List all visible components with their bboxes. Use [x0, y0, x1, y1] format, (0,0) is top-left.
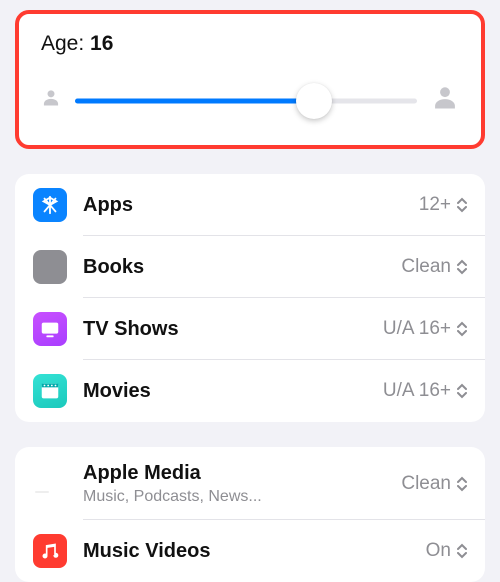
movies-icon: [33, 374, 67, 408]
age-slider-row: [41, 84, 459, 117]
row-texts: Apple Media Music, Podcasts, News...: [83, 461, 401, 506]
row-value: U/A 16+: [383, 318, 451, 340]
books-icon: [33, 250, 67, 284]
row-texts: Music Videos: [83, 539, 426, 563]
person-large-icon: [431, 84, 459, 117]
row-apps[interactable]: Apps12+: [15, 174, 485, 236]
row-title: Apple Media: [83, 461, 401, 485]
row-title: Apps: [83, 193, 419, 217]
row-title: Movies: [83, 379, 383, 403]
up-down-icon: [457, 197, 467, 213]
up-down-icon: [457, 543, 467, 559]
up-down-icon: [457, 321, 467, 337]
up-down-icon: [457, 383, 467, 399]
age-card: Age: 16: [15, 10, 485, 149]
row-texts: Apps: [83, 193, 419, 217]
row-books[interactable]: BooksClean: [15, 236, 485, 298]
row-title: TV Shows: [83, 317, 383, 341]
slider-fill: [75, 98, 314, 103]
row-value: U/A 16+: [383, 380, 451, 402]
row-subtitle: Music, Podcasts, News...: [83, 487, 401, 506]
age-label: Age:: [41, 32, 90, 55]
up-down-icon: [457, 476, 467, 492]
musicvid-icon: [33, 534, 67, 568]
slider-thumb[interactable]: [296, 83, 332, 119]
row-musicvid[interactable]: Music VideosOn: [15, 520, 485, 582]
content-restrictions-group-1: Apps12+BooksCleanTV ShowsU/A 16+MoviesU/…: [15, 174, 485, 422]
person-small-icon: [41, 88, 61, 113]
content-restrictions-group-2: Apple Media Music, Podcasts, News...Clean…: [15, 447, 485, 582]
row-tv[interactable]: TV ShowsU/A 16+: [15, 298, 485, 360]
row-value: On: [426, 540, 451, 562]
row-texts: TV Shows: [83, 317, 383, 341]
up-down-icon: [457, 259, 467, 275]
row-value: 12+: [419, 194, 451, 216]
row-texts: Books: [83, 255, 401, 279]
applemedia-icon: [33, 467, 67, 501]
row-applemedia[interactable]: Apple Media Music, Podcasts, News...Clean: [15, 447, 485, 520]
apps-icon: [33, 188, 67, 222]
age-label-row: Age: 16: [41, 32, 459, 56]
row-texts: Movies: [83, 379, 383, 403]
age-slider[interactable]: [75, 85, 417, 117]
row-value: Clean: [401, 473, 451, 495]
age-value: 16: [90, 32, 113, 55]
tv-icon: [33, 312, 67, 346]
row-title: Books: [83, 255, 401, 279]
row-value: Clean: [401, 256, 451, 278]
row-movies[interactable]: MoviesU/A 16+: [15, 360, 485, 422]
row-title: Music Videos: [83, 539, 426, 563]
